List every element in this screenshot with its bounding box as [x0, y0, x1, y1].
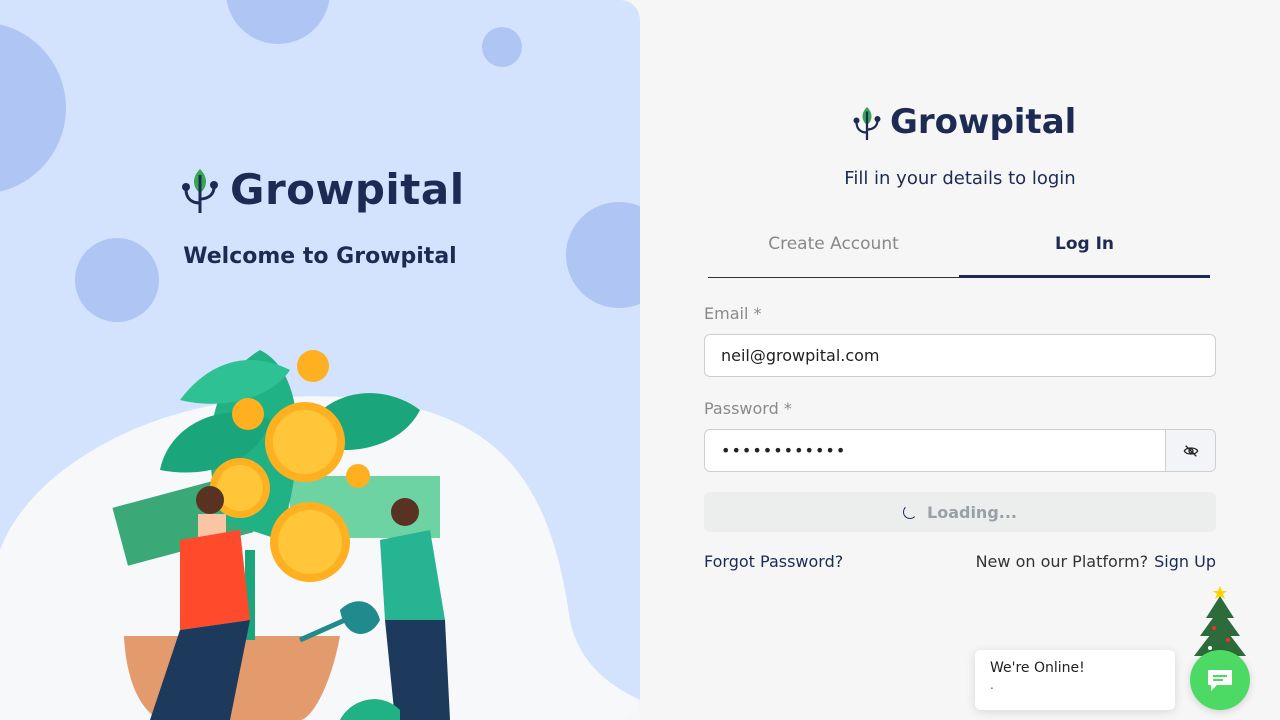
sprout-logo-icon [182, 169, 218, 213]
decor-circle [226, 0, 330, 44]
sprout-logo-icon [853, 107, 881, 140]
login-subtitle: Fill in your details to login [844, 168, 1076, 189]
chat-subtext: . [990, 678, 994, 692]
chat-icon [1208, 670, 1232, 691]
left-hero-panel: Growpital Welcome to Growpital [0, 0, 640, 720]
decor-circle [0, 22, 66, 194]
tab-create-account[interactable]: Create Account [708, 224, 959, 278]
sign-up-link[interactable]: Sign Up [1154, 552, 1216, 571]
email-field[interactable]: neil@growpital.com [704, 334, 1216, 377]
login-submit-button[interactable]: Loading... [704, 492, 1216, 532]
forgot-password-link[interactable]: Forgot Password? [704, 552, 843, 571]
toggle-password-visibility-button[interactable] [1165, 430, 1215, 471]
new-user-text: New on our Platform? [975, 552, 1149, 571]
password-field[interactable]: •••••••••••• [705, 430, 1165, 471]
loading-spinner-icon [903, 505, 917, 519]
welcome-heading: Welcome to Growpital [183, 244, 457, 269]
auth-tabs: Create Account Log In [708, 224, 1210, 278]
form-brand-name: Growpital [890, 102, 1077, 142]
password-label: Password * [704, 399, 792, 418]
form-logo: Growpital [852, 102, 1076, 142]
password-field-wrapper: •••••••••••• [704, 429, 1216, 472]
email-label: Email * [704, 304, 762, 323]
signup-prompt: New on our Platform? Sign Up [976, 552, 1216, 571]
eye-off-icon [1183, 444, 1198, 457]
chat-status-text: We're Online! [990, 660, 1085, 676]
decor-circle [482, 27, 522, 67]
hero-logo: Growpital [180, 163, 465, 215]
submit-label: Loading... [927, 502, 1017, 522]
hero-brand-name: Growpital [230, 164, 465, 214]
money-tree-illustration [0, 350, 640, 720]
tab-log-in[interactable]: Log In [959, 224, 1210, 278]
chat-launcher-button[interactable] [1190, 650, 1250, 710]
chat-status-bubble[interactable]: We're Online! . [975, 650, 1175, 710]
